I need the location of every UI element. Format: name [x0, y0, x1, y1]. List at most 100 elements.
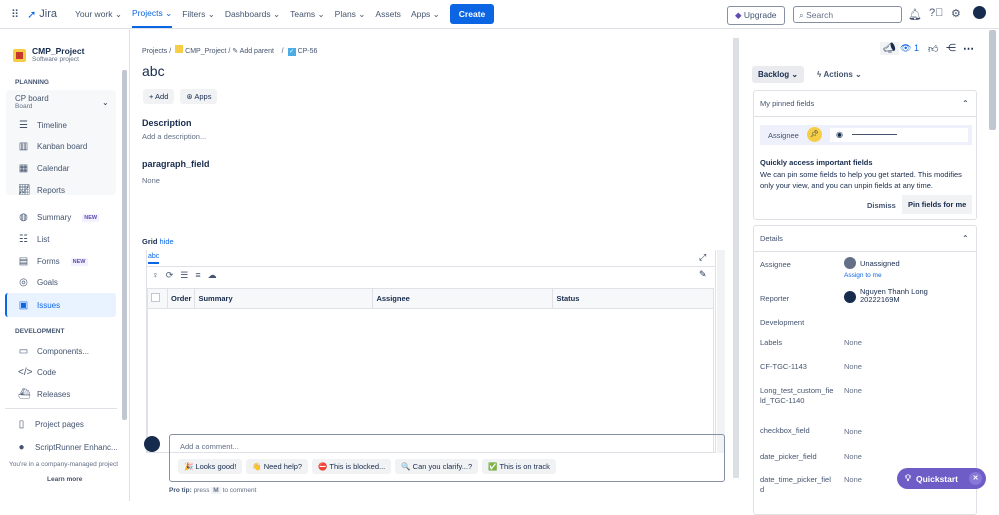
- apps-button[interactable]: ⊛ Apps: [180, 89, 218, 104]
- sidebar-item-issues[interactable]: ▣ Issues: [18, 300, 60, 311]
- sidebar-item-summary[interactable]: ◍ Summary NEW: [18, 212, 100, 223]
- actions-dropdown[interactable]: ϟ Actions ⌄: [817, 70, 862, 79]
- feedback-icon[interactable]: 📣︎: [880, 42, 899, 55]
- field-value[interactable]: None: [844, 452, 862, 461]
- pin-fields-button[interactable]: Pin fields for me: [902, 195, 973, 214]
- lightbulb-icon[interactable]: ♀: [152, 270, 159, 281]
- breadcrumb-projects[interactable]: Projects: [142, 48, 167, 55]
- create-button[interactable]: Create: [449, 4, 495, 24]
- search-input[interactable]: ⌕ Search: [793, 6, 902, 23]
- nav-dashboards[interactable]: Dashboards ⌄: [225, 9, 280, 20]
- assignee-field[interactable]: Unassigned: [844, 257, 900, 269]
- grid-hide-link[interactable]: hide: [160, 237, 174, 246]
- sidebar-item-calendar[interactable]: ▦ Calendar: [18, 163, 70, 174]
- pinned-title[interactable]: My pinned fields: [760, 99, 814, 108]
- dismiss-button[interactable]: Dismiss: [867, 201, 896, 210]
- sidebar-item-list[interactable]: ☷ List: [18, 234, 49, 245]
- profile-avatar[interactable]: [973, 6, 986, 19]
- sidebar-item-kanban[interactable]: ▥ Kanban board: [18, 141, 88, 152]
- suggestion-need-help[interactable]: 👋 Need help?: [246, 459, 309, 474]
- nav-projects[interactable]: Projects ⌄: [131, 0, 173, 28]
- edit-icon[interactable]: ✎: [699, 269, 707, 280]
- notifications-icon[interactable]: 🔔︎: [908, 8, 922, 21]
- suggestion-blocked[interactable]: ⛔ This is blocked...: [312, 459, 392, 474]
- jira-logo[interactable]: Jira: [39, 8, 57, 20]
- breadcrumb-project[interactable]: CMP_Project: [185, 48, 226, 55]
- share-icon[interactable]: ⋲: [946, 43, 956, 54]
- sidebar-item-releases[interactable]: ⛴︎ Releases: [18, 389, 70, 400]
- project-name[interactable]: CMP_Project: [32, 46, 84, 56]
- field-value[interactable]: None: [844, 427, 862, 436]
- sidebar-item-project-pages[interactable]: ▯ Project pages: [16, 419, 84, 430]
- upgrade-button[interactable]: ◆ Upgrade: [727, 6, 785, 25]
- settings-icon[interactable]: ⚙: [951, 7, 961, 20]
- help-icon[interactable]: ?⃝: [929, 7, 943, 19]
- suggestion-looks-good[interactable]: 🎉 Looks good!: [178, 459, 243, 474]
- sidebar-item-code[interactable]: </> Code: [18, 367, 56, 378]
- chevron-down-icon[interactable]: ⌄: [102, 98, 109, 107]
- quickstart-button[interactable]: 💡︎ Quickstart ✕: [897, 468, 986, 489]
- field-value[interactable]: None: [844, 362, 862, 371]
- sidebar-item-components[interactable]: ▭ Components...: [18, 346, 89, 357]
- panel-scrollbar[interactable]: [989, 30, 996, 130]
- col-status[interactable]: Status: [552, 288, 714, 309]
- field-label: CF-TGC-1143: [760, 362, 807, 371]
- field-value[interactable]: None: [844, 386, 862, 395]
- sidebar-item-forms[interactable]: ▤ Forms NEW: [18, 256, 88, 267]
- field-label: date_picker_field: [760, 452, 817, 461]
- close-icon[interactable]: ✕: [969, 472, 982, 485]
- status-dropdown[interactable]: Backlog ⌄: [752, 66, 805, 83]
- comment-box[interactable]: Add a comment... 🎉 Looks good! 👋 Need he…: [169, 434, 725, 482]
- col-order[interactable]: Order: [167, 288, 196, 309]
- add-button[interactable]: + Add: [143, 89, 175, 104]
- sidebar-item-timeline[interactable]: ☰ Timeline: [18, 120, 67, 131]
- like-icon[interactable]: 👍︎: [928, 43, 938, 55]
- app-switcher-icon[interactable]: ⠿: [11, 8, 19, 21]
- more-icon[interactable]: ⋯: [963, 42, 974, 55]
- nav-your-work[interactable]: Your work ⌄: [75, 9, 122, 20]
- field-value[interactable]: None: [844, 475, 862, 484]
- col-summary[interactable]: Summary: [194, 288, 374, 309]
- sidebar-item-reports[interactable]: 📈︎ Reports: [18, 185, 65, 196]
- suggestion-on-track[interactable]: ✅ This is on track: [482, 459, 556, 474]
- sidebar-item-scriptrunner[interactable]: ● ScriptRunner Enhanc...: [16, 442, 117, 453]
- details-title[interactable]: Details: [760, 234, 783, 243]
- select-all-checkbox[interactable]: [147, 288, 168, 309]
- issue-title[interactable]: abc: [142, 63, 165, 79]
- jira-logo-icon[interactable]: ➚: [27, 8, 36, 21]
- refresh-icon[interactable]: ⟳: [166, 270, 174, 281]
- list-icon[interactable]: ≡: [195, 270, 200, 281]
- nav-plans[interactable]: Plans ⌄: [335, 9, 366, 20]
- collapse-icon[interactable]: ⌃: [962, 234, 969, 243]
- reporter-field[interactable]: Nguyen Thanh Long 20222169M: [844, 288, 940, 304]
- grid-scrollbar[interactable]: [717, 250, 725, 453]
- field-value[interactable]: None: [844, 338, 862, 347]
- sidebar-scrollbar[interactable]: [122, 70, 127, 420]
- learn-more-link[interactable]: Learn more: [47, 476, 82, 483]
- nav-teams[interactable]: Teams ⌄: [290, 9, 325, 20]
- issue-key[interactable]: CP-56: [298, 48, 318, 55]
- filter-icon[interactable]: ☰: [180, 270, 188, 281]
- cloud-download-icon[interactable]: ☁: [208, 270, 217, 281]
- pin-icon[interactable]: 📌︎: [807, 127, 822, 142]
- board-selector[interactable]: CP board Board: [15, 94, 49, 110]
- user-avatar: [144, 436, 160, 452]
- assign-to-me-link[interactable]: Assign to me: [844, 272, 882, 279]
- add-parent-link[interactable]: Add parent: [240, 48, 274, 55]
- suggestion-clarify[interactable]: 🔍 Can you clarify...?: [395, 459, 479, 474]
- watch-button[interactable]: 👁︎ 1: [900, 43, 919, 54]
- nav-apps[interactable]: Apps ⌄: [411, 9, 440, 20]
- main-scrollbar[interactable]: [733, 38, 739, 478]
- collapse-icon[interactable]: ⌃: [962, 99, 969, 108]
- project-icon: [13, 49, 26, 62]
- col-assignee[interactable]: Assignee: [372, 288, 554, 309]
- nav-filters[interactable]: Filters ⌄: [182, 9, 215, 20]
- paragraph-field-value[interactable]: None: [142, 176, 160, 185]
- nav-assets[interactable]: Assets: [375, 9, 401, 19]
- grid-tab-abc[interactable]: abc: [148, 253, 160, 264]
- sidebar-item-goals[interactable]: ◎ Goals: [18, 277, 58, 288]
- expand-icon[interactable]: ⤢: [699, 252, 706, 263]
- grid-toolbar: ♀ ⟳ ☰ ≡ ☁: [152, 270, 217, 281]
- pencil-icon: ✎: [232, 48, 239, 55]
- description-field[interactable]: Add a description...: [142, 132, 206, 141]
